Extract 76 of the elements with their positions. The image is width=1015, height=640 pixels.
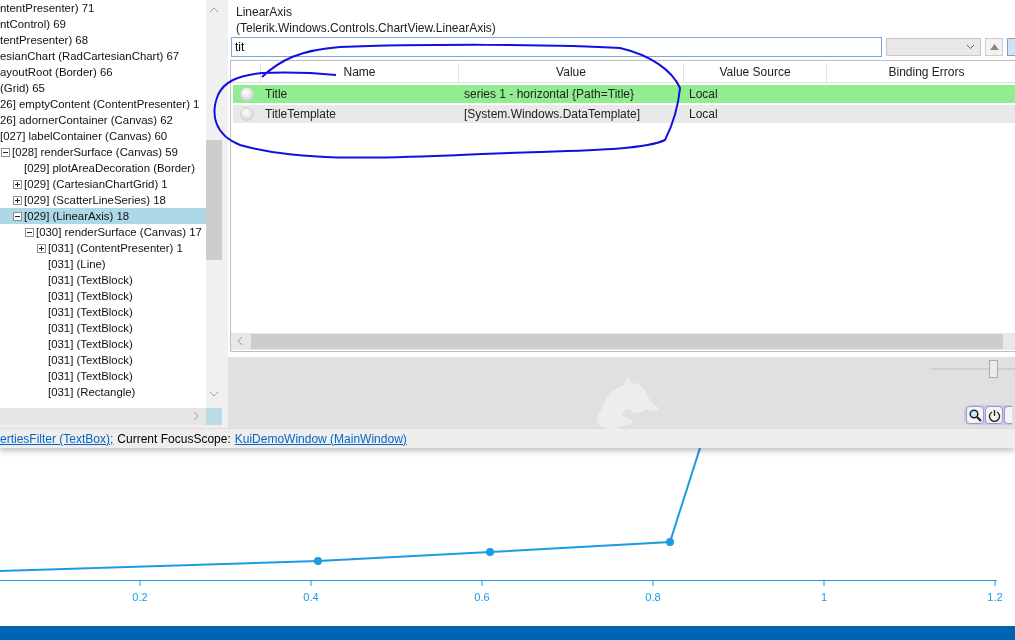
property-row[interactable]: TitleTemplate [System.Windows.DataTemplate] Local <box>233 105 1015 123</box>
column-header[interactable]: Name <box>261 63 459 82</box>
table-cell-text: [System.Windows.DataTemplate] <box>463 107 642 121</box>
column-header[interactable]: Value Source <box>684 63 827 82</box>
column-header[interactable]: Binding Errors <box>827 63 1015 82</box>
tree-item[interactable]: 26] emptyContent (ContentPresenter) 1 <box>0 96 206 112</box>
tree-item[interactable]: [028] renderSurface (Canvas) 59 <box>0 144 206 160</box>
power-button[interactable] <box>985 406 1003 424</box>
magnifier-button[interactable] <box>966 406 984 424</box>
horizontal-scrollbar[interactable] <box>231 333 1015 350</box>
scroll-up-button[interactable] <box>985 38 1004 56</box>
tree-item[interactable]: ayoutRoot (Border) 66 <box>0 64 206 80</box>
search-icon <box>968 408 982 422</box>
tree-item[interactable]: [029] plotAreaDecoration (Border) <box>0 160 206 176</box>
focused-element-link[interactable]: ertiesFilter (TextBox); <box>0 431 114 446</box>
element-type-name: LinearAxis <box>236 4 294 20</box>
axis-tick-label: 0.4 <box>303 591 319 603</box>
up-triangle-icon <box>989 44 999 50</box>
tree-item[interactable]: [031] (ContentPresenter) 1 <box>0 240 206 256</box>
data-point <box>314 557 322 565</box>
chevron-down-icon <box>967 45 975 49</box>
status-dot-icon <box>240 107 254 121</box>
table-cell-text: Local <box>688 107 719 121</box>
status-dot-icon <box>240 87 254 101</box>
properties-filter-field[interactable]: tit <box>231 37 882 57</box>
tree-item[interactable]: [031] (TextBlock) <box>0 320 206 336</box>
tree-item[interactable]: [029] (ScatterLineSeries) 18 <box>0 192 206 208</box>
tree-item[interactable]: [031] (TextBlock) <box>0 288 206 304</box>
tree-item[interactable]: esianChart (RadCartesianChart) 67 <box>0 48 206 64</box>
slider-thumb[interactable] <box>989 360 999 378</box>
axis-tick-label: 0.2 <box>132 591 148 603</box>
horizontal-scrollbar[interactable] <box>0 408 206 425</box>
tree-item[interactable]: 26] adornerContainer (Canvas) 62 <box>0 112 206 128</box>
scrollbar-thumb[interactable] <box>251 334 1003 349</box>
toolbar-button[interactable] <box>1007 38 1015 56</box>
scrollbar-corner <box>206 408 222 425</box>
axis-tick-label: 0.6 <box>474 591 490 603</box>
table-cell-text: Local <box>688 87 719 101</box>
status-text: Current FocusScope: <box>117 431 231 446</box>
vertical-scrollbar[interactable] <box>206 0 222 408</box>
tree-item[interactable]: ntentPresenter) 71 <box>0 0 206 16</box>
tree-item[interactable]: [027] labelContainer (Canvas) 60 <box>0 128 206 144</box>
collapse-icon[interactable] <box>1 147 10 157</box>
table-cell-text: Title <box>264 87 289 101</box>
tree-item[interactable]: [031] (TextBlock) <box>0 368 206 384</box>
tree-item[interactable]: [029] (CartesianChartGrid) 1 <box>0 176 206 192</box>
tree-item[interactable]: [031] (Rectangle) <box>0 384 206 400</box>
table-cell-text: series 1 - horizontal {Path=Title} <box>463 87 635 101</box>
axis-tick-label: 0.8 <box>645 591 661 603</box>
data-point <box>666 538 674 546</box>
tree-item[interactable]: tentPresenter) 68 <box>0 32 206 48</box>
tree-item[interactable]: [029] (LinearAxis) 18 <box>0 208 206 224</box>
power-icon <box>987 408 1001 422</box>
property-row[interactable]: Title series 1 - horizontal {Path=Title} Local <box>233 85 1015 103</box>
column-header[interactable]: Value <box>459 63 684 82</box>
table-cell-text: TitleTemplate <box>264 107 337 121</box>
expand-icon[interactable] <box>13 195 22 205</box>
tree-item[interactable]: ntControl) 69 <box>0 16 206 32</box>
tree-item[interactable]: [031] (TextBlock) <box>0 336 206 352</box>
focus-scope-link[interactable]: KuiDemoWindow (MainWindow) <box>234 431 407 446</box>
filter-dropdown[interactable] <box>885 38 982 56</box>
axis-tick-label: 1.2 <box>987 591 1003 603</box>
tree-item[interactable]: [030] renderSurface (Canvas) 17 <box>0 224 206 240</box>
expand-icon[interactable] <box>37 243 46 253</box>
tree-item[interactable]: [031] (TextBlock) <box>0 272 206 288</box>
tree-item[interactable]: [031] (Line) <box>0 256 206 272</box>
element-full-type: (Telerik.Windows.Controls.ChartView.LinearAxis) <box>236 20 497 36</box>
collapse-icon[interactable] <box>13 211 22 221</box>
tree-item[interactable]: (Grid) 65 <box>0 80 206 96</box>
data-point <box>486 548 494 556</box>
scrollbar-thumb[interactable] <box>206 140 222 260</box>
collapse-icon[interactable] <box>25 227 34 237</box>
axis-tick-label: 1 <box>820 591 828 603</box>
expand-icon[interactable] <box>13 179 22 189</box>
tree-item[interactable]: [031] (TextBlock) <box>0 352 206 368</box>
tree-item[interactable]: [031] (TextBlock) <box>0 304 206 320</box>
